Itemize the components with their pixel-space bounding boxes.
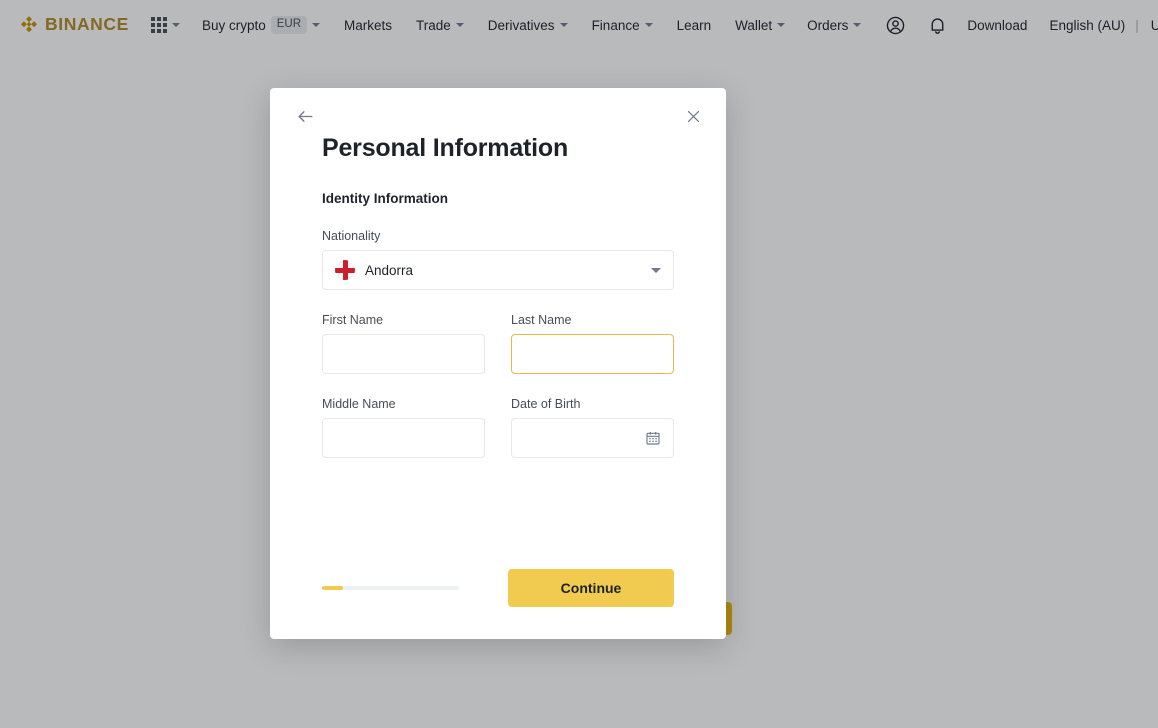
nationality-selected-value: Andorra [335, 260, 413, 280]
date-of-birth-input[interactable] [511, 418, 674, 458]
first-name-input[interactable] [322, 334, 485, 374]
close-icon [687, 110, 699, 122]
calendar-icon [646, 432, 660, 445]
middle-name-label: Middle Name [322, 397, 396, 411]
modal-content: Personal Information Identity Informatio… [322, 133, 674, 458]
middle-dob-row: Middle Name Date of Birth [322, 397, 674, 458]
field-nationality: Nationality Andorra [322, 229, 674, 290]
date-of-birth-label: Date of Birth [511, 397, 581, 411]
last-name-input[interactable] [511, 334, 674, 374]
last-name-label: Last Name [511, 313, 572, 327]
back-button[interactable] [292, 103, 318, 129]
field-first-name: First Name [322, 313, 485, 374]
close-button[interactable] [680, 103, 706, 129]
middle-name-input[interactable] [322, 418, 485, 458]
continue-button[interactable]: Continue [508, 569, 674, 607]
name-row: First Name Last Name [322, 313, 674, 374]
progress-bar [322, 586, 459, 590]
nationality-label: Nationality [322, 229, 381, 243]
field-middle-name: Middle Name [322, 397, 485, 458]
personal-information-modal: Personal Information Identity Informatio… [270, 88, 726, 639]
nationality-value-text: Andorra [365, 262, 414, 278]
field-date-of-birth: Date of Birth [511, 397, 674, 458]
page-title: Personal Information [322, 134, 569, 162]
modal-footer: Continue [322, 569, 674, 607]
chevron-down-icon [651, 267, 661, 273]
arrow-left-icon [297, 110, 313, 122]
nationality-select[interactable]: Andorra [322, 250, 674, 290]
first-name-label: First Name [322, 313, 384, 327]
andorra-flag-icon [335, 260, 355, 280]
field-last-name: Last Name [511, 313, 674, 374]
section-title-identity: Identity Information [322, 191, 448, 206]
progress-bar-fill [322, 586, 343, 590]
